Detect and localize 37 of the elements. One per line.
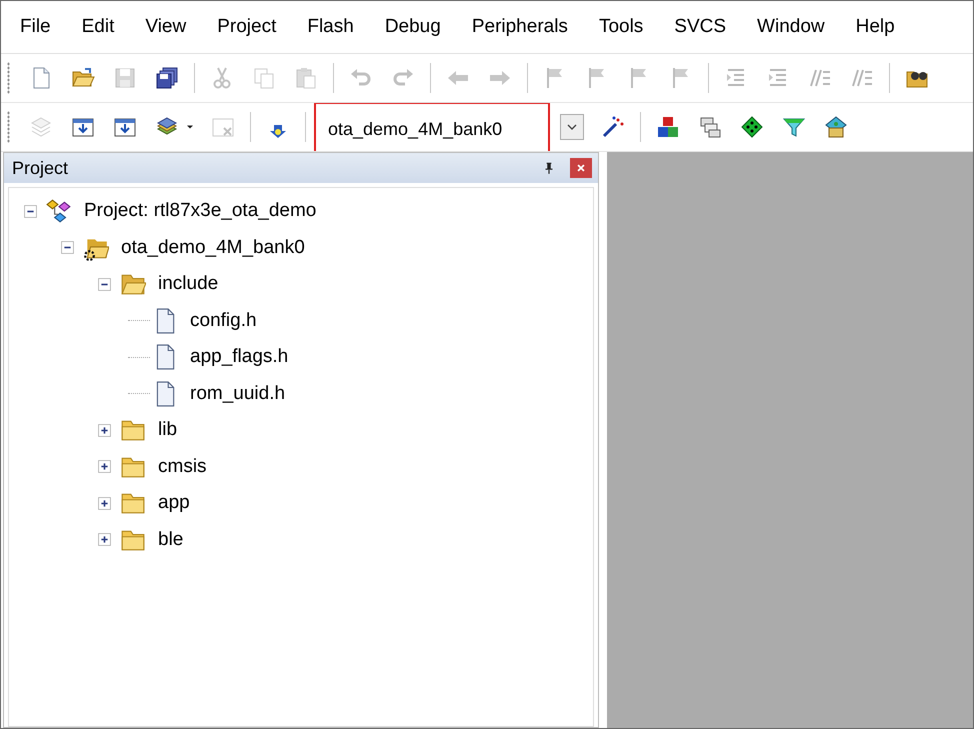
- tree-item[interactable]: lib: [158, 419, 178, 442]
- menu-item[interactable]: SVCS: [663, 14, 738, 40]
- expand-icon[interactable]: [97, 422, 112, 438]
- blocks-icon[interactable]: [656, 115, 680, 139]
- menu-item[interactable]: File: [9, 14, 62, 40]
- menu-item[interactable]: Project: [206, 14, 288, 40]
- windows-icon[interactable]: [698, 115, 722, 139]
- menu-item[interactable]: Peripherals: [460, 14, 579, 40]
- collapse-icon[interactable]: [23, 204, 38, 219]
- menu-item[interactable]: Debug: [374, 14, 452, 40]
- tree-item[interactable]: app_flags.h: [190, 346, 288, 368]
- collapse-icon[interactable]: [97, 276, 112, 292]
- tree-item[interactable]: rom_uuid.h: [190, 382, 286, 405]
- expand-icon[interactable]: [97, 496, 112, 511]
- collapse-icon[interactable]: [60, 240, 75, 256]
- menu-item[interactable]: View: [134, 14, 198, 40]
- expand-icon[interactable]: [97, 532, 112, 548]
- close-button[interactable]: [570, 158, 592, 178]
- tree-item[interactable]: config.h: [190, 310, 257, 332]
- tree-item[interactable]: app: [158, 492, 190, 514]
- magic-wand-icon[interactable]: [601, 115, 625, 139]
- tree-item[interactable]: include: [158, 273, 218, 296]
- menu-item[interactable]: Help: [844, 14, 906, 40]
- menu-item[interactable]: Window: [746, 14, 836, 40]
- tree-item[interactable]: ota_demo_4M_bank0: [121, 236, 305, 259]
- menu-item[interactable]: Tools: [588, 14, 654, 40]
- panel-title: Project: [12, 158, 70, 178]
- diamond-dots-icon[interactable]: [740, 115, 764, 139]
- project-icon: [46, 198, 72, 224]
- tree-item[interactable]: Project: rtl87x3e_ota_demo: [84, 200, 316, 222]
- tree-item[interactable]: ble: [158, 528, 184, 551]
- tree-item[interactable]: cmsis: [158, 456, 207, 478]
- menu-item[interactable]: Flash: [296, 14, 365, 40]
- menu-item[interactable]: Edit: [70, 14, 126, 40]
- target-select[interactable]: ota_demo_4M_bank0: [328, 118, 502, 140]
- floppy-disks-icon[interactable]: [155, 66, 179, 90]
- expand-icon[interactable]: [97, 459, 112, 474]
